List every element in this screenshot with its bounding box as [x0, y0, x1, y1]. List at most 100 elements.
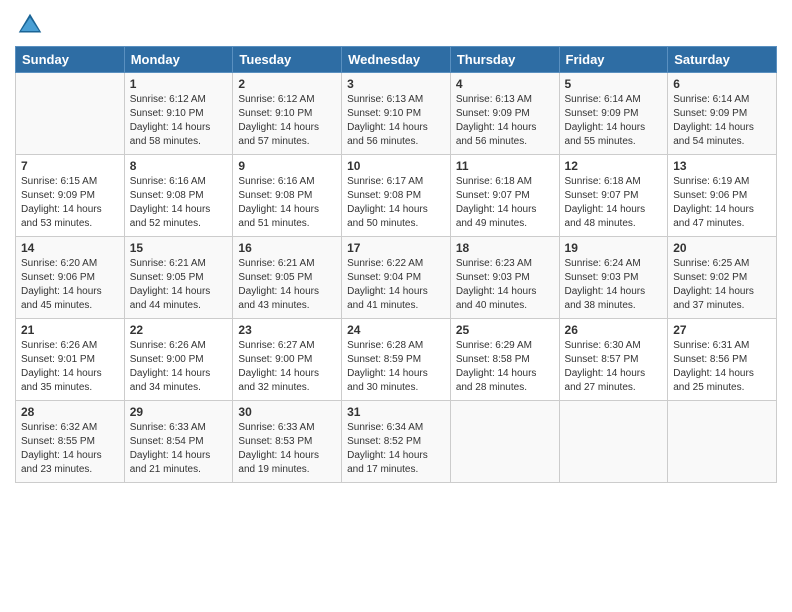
- day-info: Sunrise: 6:14 AM Sunset: 9:09 PM Dayligh…: [673, 93, 771, 149]
- day-info: Sunrise: 6:19 AM Sunset: 9:06 PM Dayligh…: [673, 175, 771, 231]
- day-info: Sunrise: 6:31 AM Sunset: 8:56 PM Dayligh…: [673, 339, 771, 395]
- calendar-cell: 28 Sunrise: 6:32 AM Sunset: 8:55 PM Dayli…: [16, 401, 125, 483]
- calendar-cell: 30Sunrise: 6:33 AM Sunset: 8:53 PM Dayli…: [233, 401, 342, 483]
- day-info: Sunrise: 6:22 AM Sunset: 9:04 PM Dayligh…: [347, 257, 445, 313]
- day-number: 7: [21, 159, 119, 173]
- logo-icon: [15, 10, 45, 40]
- calendar-cell: 21 Sunrise: 6:26 AM Sunset: 9:01 PM Dayli…: [16, 319, 125, 401]
- week-row-4: 21 Sunrise: 6:26 AM Sunset: 9:01 PM Dayli…: [16, 319, 777, 401]
- day-number: 8: [130, 159, 228, 173]
- day-info: Sunrise: 6:33 AM Sunset: 8:54 PM Dayligh…: [130, 421, 228, 477]
- calendar-cell: 14 Sunrise: 6:20 AM Sunset: 9:06 PM Dayli…: [16, 237, 125, 319]
- day-number: 24: [347, 323, 445, 337]
- day-info: Sunrise: 6:12 AM Sunset: 9:10 PM Dayligh…: [238, 93, 336, 149]
- day-number: 2: [238, 77, 336, 91]
- day-info: Sunrise: 6:13 AM Sunset: 9:09 PM Dayligh…: [456, 93, 554, 149]
- calendar-cell: [668, 401, 777, 483]
- day-info: Sunrise: 6:12 AM Sunset: 9:10 PM Dayligh…: [130, 93, 228, 149]
- day-number: 31: [347, 405, 445, 419]
- day-info: Sunrise: 6:20 AM Sunset: 9:06 PM Dayligh…: [21, 257, 119, 313]
- day-number: 14: [21, 241, 119, 255]
- day-number: 29: [130, 405, 228, 419]
- day-info: Sunrise: 6:29 AM Sunset: 8:58 PM Dayligh…: [456, 339, 554, 395]
- day-info: Sunrise: 6:23 AM Sunset: 9:03 PM Dayligh…: [456, 257, 554, 313]
- day-info: Sunrise: 6:21 AM Sunset: 9:05 PM Dayligh…: [130, 257, 228, 313]
- day-header-wednesday: Wednesday: [342, 47, 451, 73]
- calendar-cell: 7Sunrise: 6:15 AM Sunset: 9:09 PM Daylig…: [16, 155, 125, 237]
- day-number: 22: [130, 323, 228, 337]
- main-container: SundayMondayTuesdayWednesdayThursdayFrid…: [0, 0, 792, 493]
- day-number: 27: [673, 323, 771, 337]
- calendar-cell: 17 Sunrise: 6:22 AM Sunset: 9:04 PM Dayli…: [342, 237, 451, 319]
- day-number: 30: [238, 405, 336, 419]
- calendar-cell: 9 Sunrise: 6:16 AM Sunset: 9:08 PM Daylig…: [233, 155, 342, 237]
- day-number: 17: [347, 241, 445, 255]
- calendar-cell: 31Sunrise: 6:34 AM Sunset: 8:52 PM Dayli…: [342, 401, 451, 483]
- calendar-cell: 1Sunrise: 6:12 AM Sunset: 9:10 PM Daylig…: [124, 73, 233, 155]
- day-number: 11: [456, 159, 554, 173]
- day-info: Sunrise: 6:26 AM Sunset: 9:00 PM Dayligh…: [130, 339, 228, 395]
- calendar-cell: 2 Sunrise: 6:12 AM Sunset: 9:10 PM Daylig…: [233, 73, 342, 155]
- calendar-cell: 4 Sunrise: 6:13 AM Sunset: 9:09 PM Daylig…: [450, 73, 559, 155]
- day-header-thursday: Thursday: [450, 47, 559, 73]
- day-info: Sunrise: 6:32 AM Sunset: 8:55 PM Dayligh…: [21, 421, 119, 477]
- day-info: Sunrise: 6:21 AM Sunset: 9:05 PM Dayligh…: [238, 257, 336, 313]
- day-info: Sunrise: 6:16 AM Sunset: 9:08 PM Dayligh…: [238, 175, 336, 231]
- day-number: 6: [673, 77, 771, 91]
- day-info: Sunrise: 6:18 AM Sunset: 9:07 PM Dayligh…: [565, 175, 663, 231]
- day-number: 10: [347, 159, 445, 173]
- day-number: 18: [456, 241, 554, 255]
- calendar-cell: 25 Sunrise: 6:29 AM Sunset: 8:58 PM Dayli…: [450, 319, 559, 401]
- day-number: 26: [565, 323, 663, 337]
- day-number: 25: [456, 323, 554, 337]
- calendar-cell: [559, 401, 668, 483]
- calendar-cell: 29 Sunrise: 6:33 AM Sunset: 8:54 PM Dayli…: [124, 401, 233, 483]
- calendar-cell: 12Sunrise: 6:18 AM Sunset: 9:07 PM Dayli…: [559, 155, 668, 237]
- calendar-cell: [16, 73, 125, 155]
- calendar-cell: 18 Sunrise: 6:23 AM Sunset: 9:03 PM Dayli…: [450, 237, 559, 319]
- day-info: Sunrise: 6:18 AM Sunset: 9:07 PM Dayligh…: [456, 175, 554, 231]
- calendar-header: SundayMondayTuesdayWednesdayThursdayFrid…: [16, 47, 777, 73]
- header: [15, 10, 777, 40]
- day-info: Sunrise: 6:24 AM Sunset: 9:03 PM Dayligh…: [565, 257, 663, 313]
- calendar-cell: 16 Sunrise: 6:21 AM Sunset: 9:05 PM Dayli…: [233, 237, 342, 319]
- calendar-cell: 23Sunrise: 6:27 AM Sunset: 9:00 PM Dayli…: [233, 319, 342, 401]
- calendar-cell: 5 Sunrise: 6:14 AM Sunset: 9:09 PM Daylig…: [559, 73, 668, 155]
- calendar-cell: 22 Sunrise: 6:26 AM Sunset: 9:00 PM Dayli…: [124, 319, 233, 401]
- calendar-cell: 11 Sunrise: 6:18 AM Sunset: 9:07 PM Dayli…: [450, 155, 559, 237]
- day-info: Sunrise: 6:26 AM Sunset: 9:01 PM Dayligh…: [21, 339, 119, 395]
- day-number: 4: [456, 77, 554, 91]
- week-row-2: 7Sunrise: 6:15 AM Sunset: 9:09 PM Daylig…: [16, 155, 777, 237]
- day-number: 3: [347, 77, 445, 91]
- day-header-monday: Monday: [124, 47, 233, 73]
- day-number: 21: [21, 323, 119, 337]
- day-info: Sunrise: 6:14 AM Sunset: 9:09 PM Dayligh…: [565, 93, 663, 149]
- calendar-cell: 20Sunrise: 6:25 AM Sunset: 9:02 PM Dayli…: [668, 237, 777, 319]
- week-row-3: 14 Sunrise: 6:20 AM Sunset: 9:06 PM Dayli…: [16, 237, 777, 319]
- week-row-5: 28 Sunrise: 6:32 AM Sunset: 8:55 PM Dayli…: [16, 401, 777, 483]
- calendar-cell: 19 Sunrise: 6:24 AM Sunset: 9:03 PM Dayli…: [559, 237, 668, 319]
- day-header-tuesday: Tuesday: [233, 47, 342, 73]
- day-info: Sunrise: 6:25 AM Sunset: 9:02 PM Dayligh…: [673, 257, 771, 313]
- calendar-cell: [450, 401, 559, 483]
- day-number: 23: [238, 323, 336, 337]
- day-number: 9: [238, 159, 336, 173]
- calendar-cell: 27 Sunrise: 6:31 AM Sunset: 8:56 PM Dayli…: [668, 319, 777, 401]
- day-number: 15: [130, 241, 228, 255]
- header-row: SundayMondayTuesdayWednesdayThursdayFrid…: [16, 47, 777, 73]
- week-row-1: 1Sunrise: 6:12 AM Sunset: 9:10 PM Daylig…: [16, 73, 777, 155]
- calendar-cell: 26Sunrise: 6:30 AM Sunset: 8:57 PM Dayli…: [559, 319, 668, 401]
- day-number: 28: [21, 405, 119, 419]
- day-info: Sunrise: 6:16 AM Sunset: 9:08 PM Dayligh…: [130, 175, 228, 231]
- day-number: 19: [565, 241, 663, 255]
- calendar-table: SundayMondayTuesdayWednesdayThursdayFrid…: [15, 46, 777, 483]
- calendar-cell: 15 Sunrise: 6:21 AM Sunset: 9:05 PM Dayli…: [124, 237, 233, 319]
- calendar-cell: 13Sunrise: 6:19 AM Sunset: 9:06 PM Dayli…: [668, 155, 777, 237]
- day-header-friday: Friday: [559, 47, 668, 73]
- day-number: 16: [238, 241, 336, 255]
- logo: [15, 10, 49, 40]
- day-info: Sunrise: 6:17 AM Sunset: 9:08 PM Dayligh…: [347, 175, 445, 231]
- day-number: 5: [565, 77, 663, 91]
- calendar-body: 1Sunrise: 6:12 AM Sunset: 9:10 PM Daylig…: [16, 73, 777, 483]
- day-header-sunday: Sunday: [16, 47, 125, 73]
